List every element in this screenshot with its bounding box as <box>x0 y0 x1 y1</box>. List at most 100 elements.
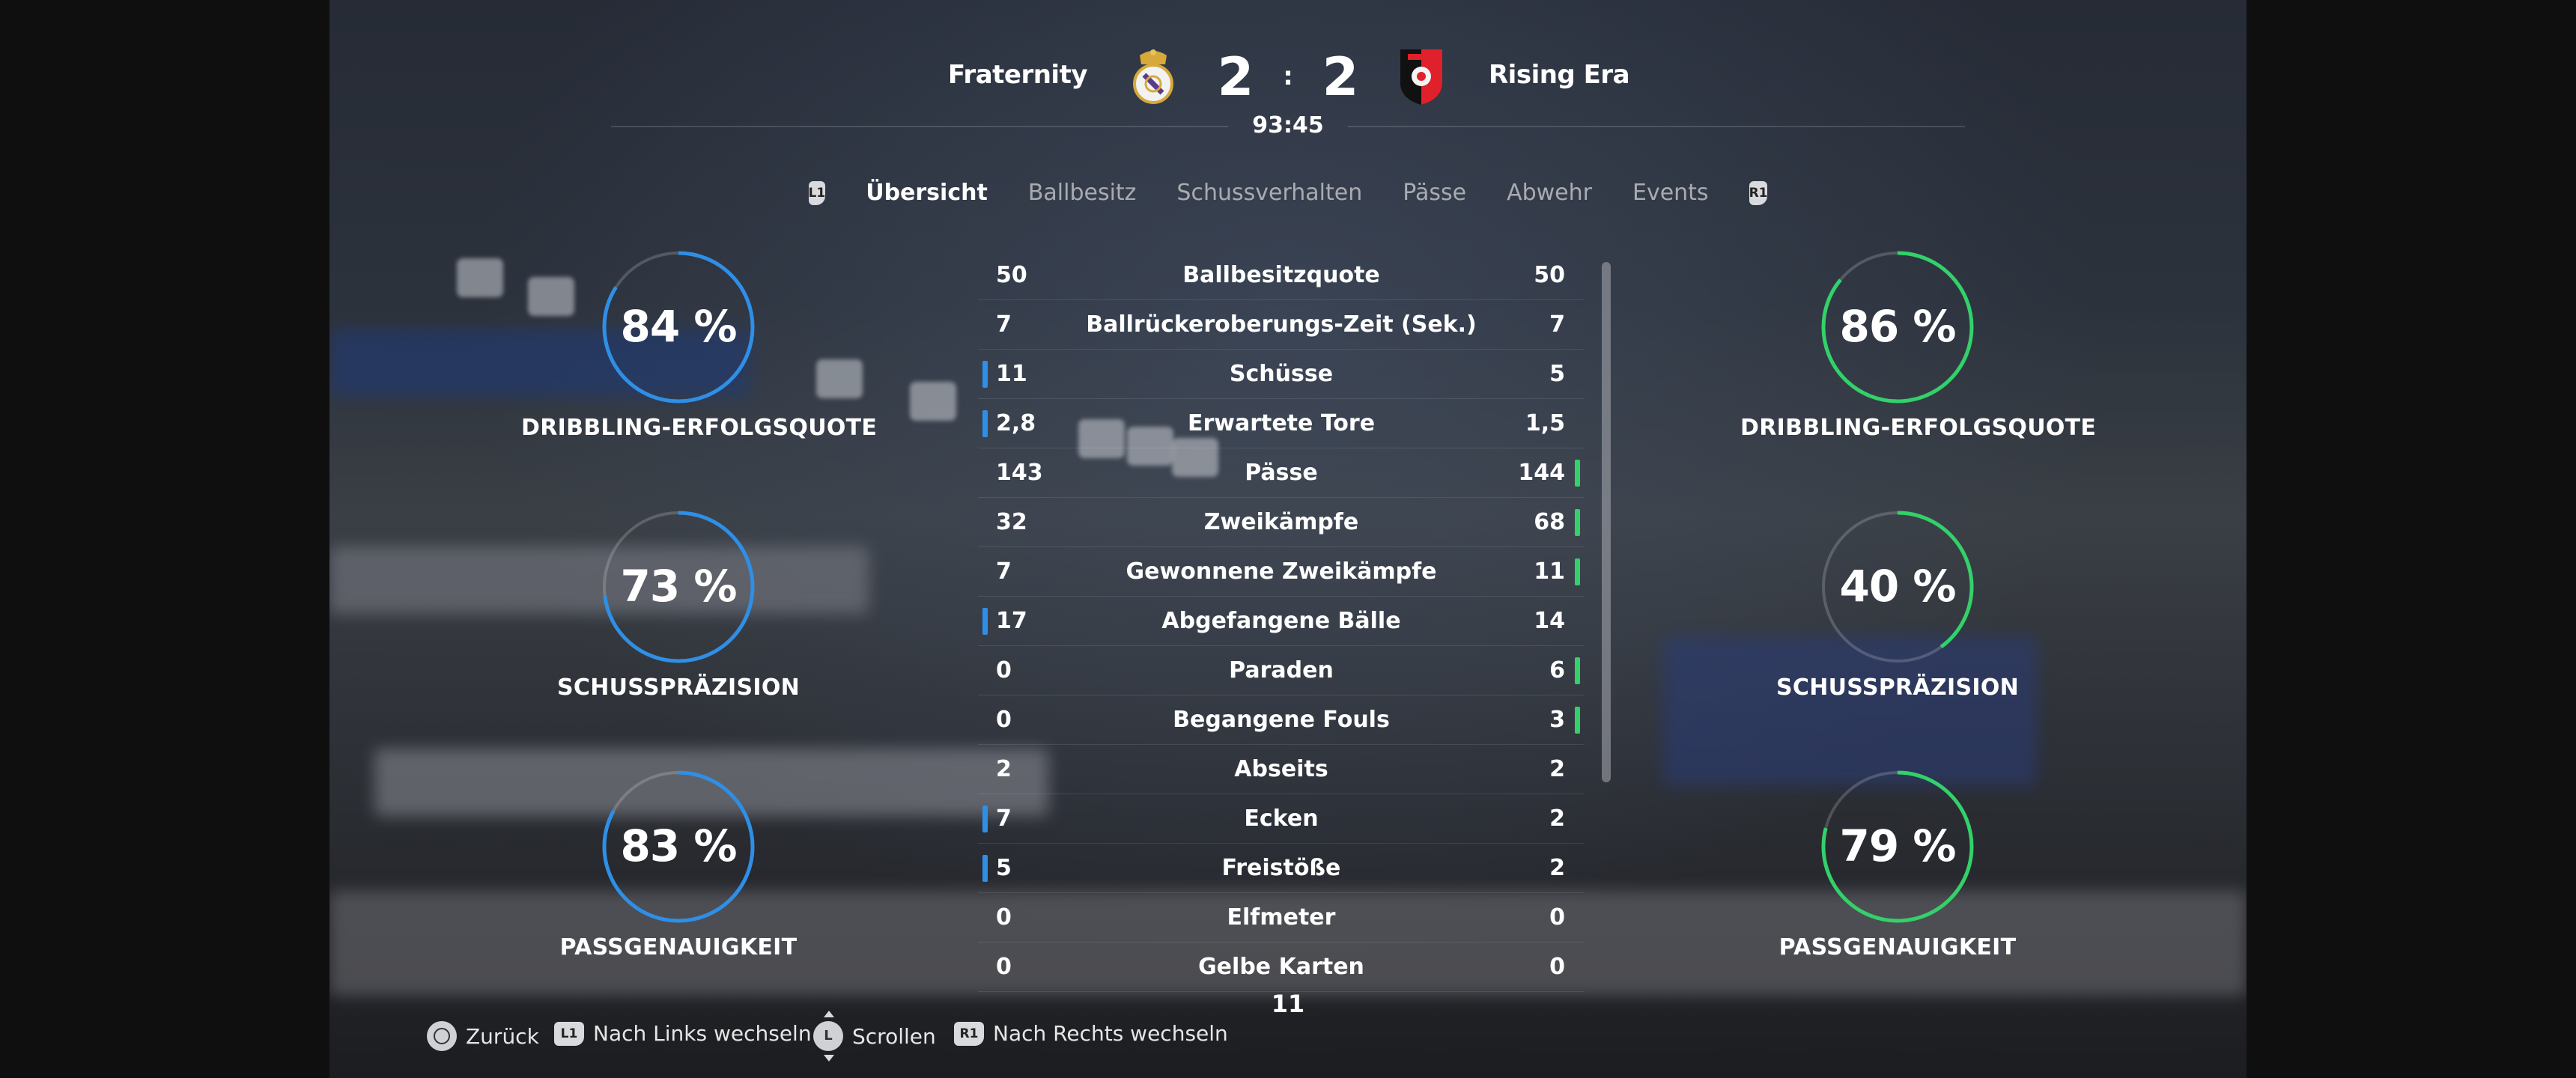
stat-row: 32 Zweikämpfe 68 <box>978 498 1585 547</box>
away-stat-value: 144 <box>1518 460 1565 486</box>
stat-label: Schüsse <box>1229 361 1334 387</box>
away-stat-value: 6 <box>1549 657 1565 683</box>
away-stat-value: 0 <box>1549 954 1565 980</box>
r1-button-icon: R1 <box>954 1021 984 1046</box>
stat-label: Erwartete Tore <box>1187 410 1376 436</box>
l1-button-icon: L1 <box>554 1021 584 1046</box>
home-gauge-dribbling: 84 % DRIBBLING-ERFOLGSQUOTE <box>521 249 878 466</box>
stat-row: 17 Abgefangene Bälle 14 <box>978 597 1585 646</box>
gauge-label: DRIBBLING-ERFOLGSQUOTE <box>1740 415 2097 441</box>
gauge-value: 86 % <box>1839 301 1956 352</box>
stat-label: Abgefangene Bälle <box>1161 608 1401 634</box>
tab-ballbesitz[interactable]: Ballbesitz <box>1028 180 1137 206</box>
stat-row: 0 Begangene Fouls 3 <box>978 695 1585 745</box>
stat-label: Gelbe Karten <box>1198 954 1364 980</box>
tab-abwehr[interactable]: Abwehr <box>1507 180 1592 206</box>
away-gauge-pass-accuracy: 79 % PASSGENAUIGKEIT <box>1740 768 2055 985</box>
stat-label: Ballbesitzquote <box>1182 262 1380 288</box>
stadium-light <box>910 382 956 421</box>
stat-label: Abseits <box>1234 756 1328 782</box>
away-stat-value: 7 <box>1549 311 1565 338</box>
away-leader-bar <box>1575 460 1580 487</box>
stat-row: 0 Paraden 6 <box>978 646 1585 695</box>
away-stat-value: 2 <box>1549 855 1565 881</box>
gauge-value: 79 % <box>1839 820 1956 871</box>
home-team-name: Fraternity <box>947 60 1088 90</box>
away-gauge-dribbling: 86 % DRIBBLING-ERFOLGSQUOTE <box>1740 249 2097 466</box>
stats-table[interactable]: 50 Ballbesitzquote 50 7 Ballrückeroberungs-… <box>978 251 1585 992</box>
circle-button-icon <box>427 1021 457 1051</box>
score-separator: : <box>1283 61 1293 91</box>
stat-row: 0 Elfmeter 0 <box>978 893 1585 943</box>
match-time: 93:45 <box>1252 112 1324 138</box>
header-divider-left <box>611 126 1228 127</box>
tab-paesse[interactable]: Pässe <box>1403 180 1466 206</box>
r1-button-icon[interactable]: R1 <box>1749 180 1768 205</box>
stat-row: 11 Schüsse 5 <box>978 350 1585 399</box>
stat-row: 7 Ecken 2 <box>978 794 1585 844</box>
header-divider-right <box>1348 126 1965 127</box>
away-team-name: Rising Era <box>1489 60 1630 90</box>
stat-row: 2,8 Erwartete Tore 1,5 <box>978 399 1585 448</box>
gauge-value: 83 % <box>620 820 737 871</box>
tab-schussverhalten[interactable]: Schussverhalten <box>1176 180 1362 206</box>
away-stat-value: 50 <box>1534 262 1565 288</box>
switch-right-label: Nach Rechts wechseln <box>993 1021 1228 1046</box>
gauge-value: 73 % <box>620 561 737 612</box>
away-leader-bar <box>1575 657 1580 684</box>
stats-scrollbar[interactable] <box>1602 262 1611 782</box>
stat-row: 143 Pässe 144 <box>978 448 1585 498</box>
scroll-label: Scrollen <box>852 1023 936 1049</box>
stat-label: Gewonnene Zweikämpfe <box>1126 558 1437 585</box>
away-stat-value: 2 <box>1549 806 1565 832</box>
away-leader-bar <box>1575 707 1580 734</box>
stadium-light <box>457 258 503 297</box>
away-stat-value: 3 <box>1549 707 1565 733</box>
stat-label: Begangene Fouls <box>1173 707 1390 733</box>
stats-tabs: L1 Übersicht Ballbesitz Schussverhalten … <box>808 180 1768 206</box>
away-stat-value: 0 <box>1549 904 1565 931</box>
away-stat-value: 14 <box>1534 608 1565 634</box>
stat-row: 7 Ballrückeroberungs-Zeit (Sek.) 7 <box>978 300 1585 350</box>
stat-label: Zweikämpfe <box>1203 509 1359 535</box>
gauge-label: DRIBBLING-ERFOLGSQUOTE <box>521 415 878 441</box>
stat-label: Paraden <box>1229 657 1334 683</box>
stat-label: Elfmeter <box>1227 904 1336 931</box>
stade-rennais-crest-icon <box>1397 46 1445 106</box>
stat-row: 2 Abseits 2 <box>978 745 1585 794</box>
stat-row: 7 Gewonnene Zweikämpfe 11 <box>978 547 1585 597</box>
real-madrid-crest-icon <box>1129 46 1177 106</box>
away-leader-bar <box>1575 509 1580 536</box>
away-stat-value: 2 <box>1549 756 1565 782</box>
home-gauge-pass-accuracy: 83 % PASSGENAUIGKEIT <box>521 768 836 985</box>
switch-left-hint[interactable]: L1 Nach Links wechseln <box>554 1021 812 1046</box>
left-stick-letter: L <box>824 1028 833 1044</box>
home-score: 2 <box>1217 46 1254 108</box>
stat-row: 0 Gelbe Karten 0 <box>978 943 1585 992</box>
gauge-label: PASSGENAUIGKEIT <box>559 934 798 960</box>
tab-events[interactable]: Events <box>1632 180 1709 206</box>
stat-label: Ballrückeroberungs-Zeit (Sek.) <box>1086 311 1477 338</box>
switch-right-hint[interactable]: R1 Nach Rechts wechseln <box>954 1021 1228 1046</box>
away-stat-value: 5 <box>1549 361 1565 387</box>
switch-left-label: Nach Links wechseln <box>593 1021 812 1046</box>
away-stat-value: 11 <box>1534 558 1565 585</box>
stat-label: Ecken <box>1244 806 1319 832</box>
gauge-label: SCHUSSPRÄZISION <box>1775 674 2020 701</box>
tab-uebersicht[interactable]: Übersicht <box>866 180 988 206</box>
stat-label: Pässe <box>1245 460 1318 486</box>
stat-label: Freistöße <box>1221 855 1341 881</box>
gauge-value: 84 % <box>620 301 737 352</box>
away-stat-value: 68 <box>1534 509 1565 535</box>
l1-button-icon[interactable]: L1 <box>808 180 826 205</box>
gauge-label: SCHUSSPRÄZISION <box>556 674 801 701</box>
stat-row: 5 Freistöße 2 <box>978 844 1585 893</box>
back-label: Zurück <box>466 1023 539 1049</box>
gauge-label: PASSGENAUIGKEIT <box>1778 934 2017 960</box>
scroll-hint[interactable]: L Scrollen <box>813 1011 936 1062</box>
stat-row: 50 Ballbesitzquote 50 <box>978 251 1585 300</box>
away-gauge-shot-accuracy: 40 % SCHUSSPRÄZISION <box>1740 508 2055 725</box>
arrow-down-icon <box>824 1055 834 1062</box>
home-gauge-shot-accuracy: 73 % SCHUSSPRÄZISION <box>521 508 836 725</box>
back-hint[interactable]: Zurück <box>427 1021 539 1051</box>
